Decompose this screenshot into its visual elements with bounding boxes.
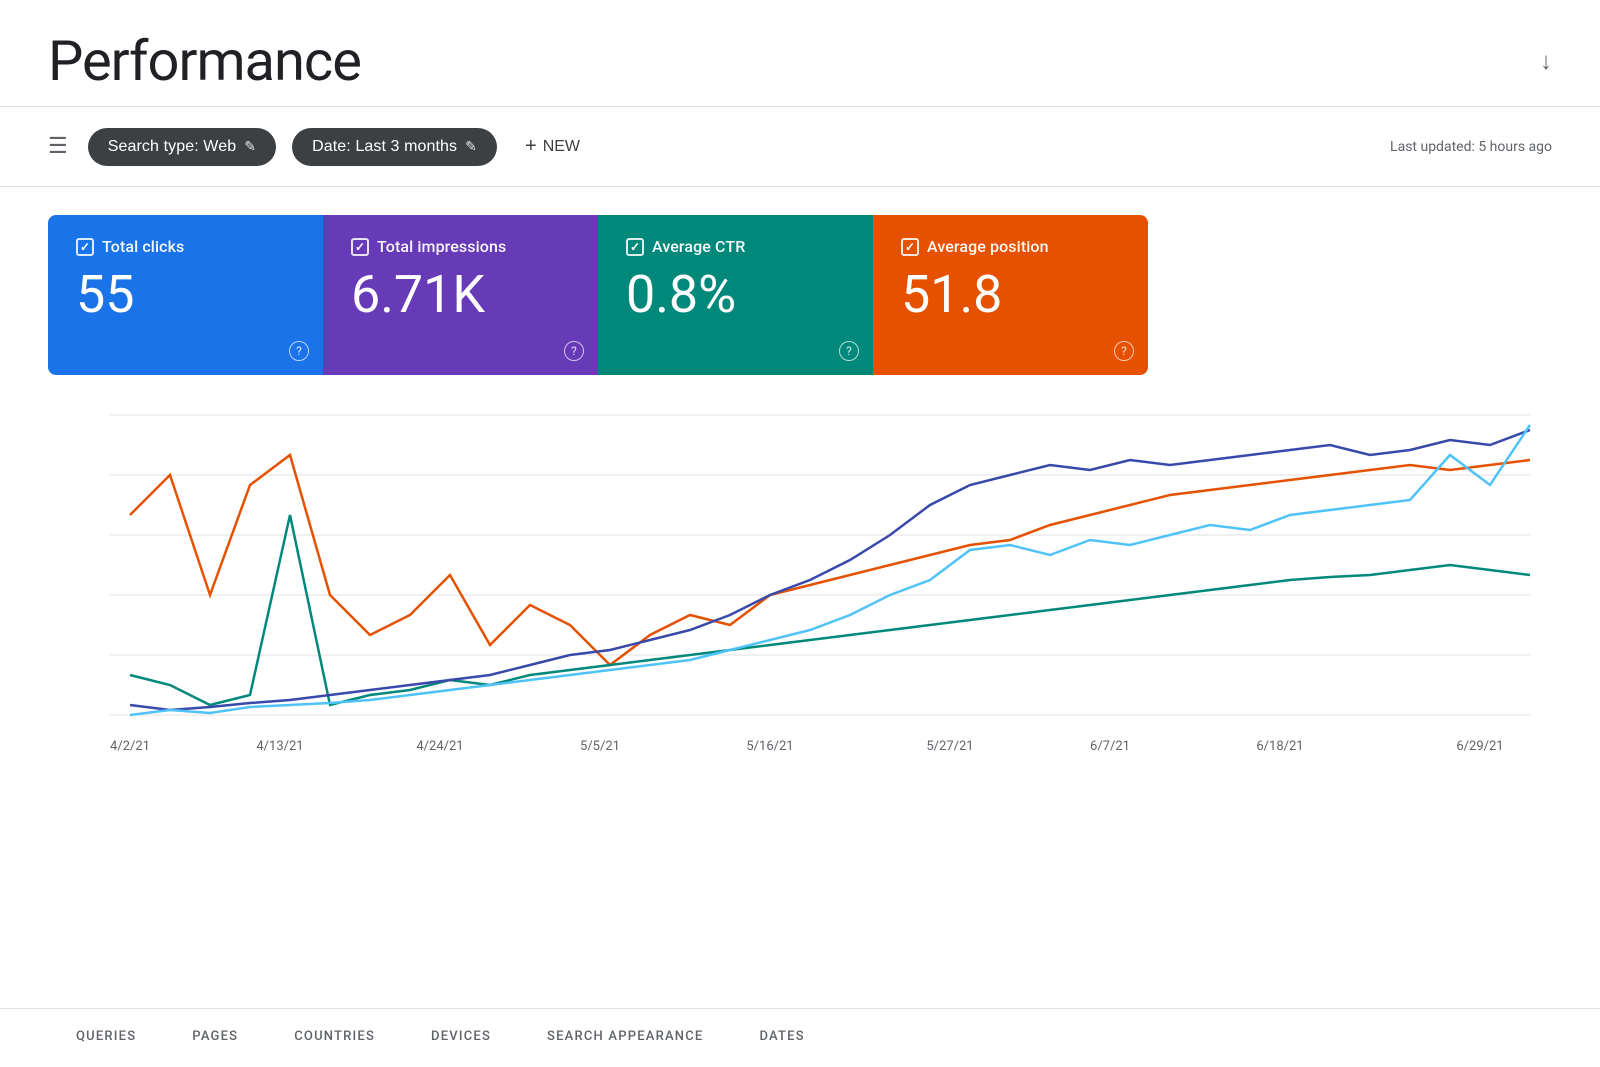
search-type-label: Search type: Web [108, 138, 236, 156]
metric-label-clicks: Total clicks [102, 237, 184, 256]
metric-label-impressions: Total impressions [377, 237, 506, 256]
edit-icon: ✎ [244, 138, 256, 155]
svg-text:5/16/21: 5/16/21 [746, 739, 793, 754]
page-wrapper: Performance ↓ ☰ Search type: Web ✎ Date:… [0, 0, 1600, 1067]
metric-checkbox-clicks[interactable] [76, 238, 94, 256]
metric-card-position: Average position 51.8 ? [873, 215, 1148, 375]
svg-text:4/2/21: 4/2/21 [110, 739, 150, 754]
search-type-button[interactable]: Search type: Web ✎ [88, 128, 276, 166]
metric-label-row-ctr: Average CTR [626, 237, 845, 256]
metric-help-impressions[interactable]: ? [564, 341, 584, 361]
svg-text:6/18/21: 6/18/21 [1256, 739, 1303, 754]
new-button[interactable]: + NEW [513, 125, 592, 168]
bottom-tabs: QUERIES PAGES COUNTRIES DEVICES SEARCH A… [0, 1008, 1600, 1067]
metric-card-ctr: Average CTR 0.8% ? [598, 215, 873, 375]
date-label: Date: Last 3 months [312, 138, 457, 156]
chart-svg-container: 4/2/21 4/13/21 4/24/21 5/5/21 5/16/21 5/… [48, 395, 1552, 779]
metric-card-impressions: Total impressions 6.71K ? [323, 215, 598, 375]
plus-icon: + [525, 135, 537, 158]
download-icon[interactable]: ↓ [1540, 47, 1552, 76]
metric-value-impressions: 6.71K [351, 266, 570, 323]
metric-label-row-position: Average position [901, 237, 1120, 256]
main-content: Total clicks 55 ? Total impressions 6.71… [0, 187, 1600, 837]
date-button[interactable]: Date: Last 3 months ✎ [292, 128, 497, 166]
metric-checkbox-ctr[interactable] [626, 238, 644, 256]
metric-value-position: 51.8 [901, 266, 1120, 323]
date-edit-icon: ✎ [465, 138, 477, 155]
tab-dates[interactable]: DATES [731, 1009, 832, 1067]
svg-text:4/13/21: 4/13/21 [256, 739, 303, 754]
metric-cards: Total clicks 55 ? Total impressions 6.71… [48, 215, 1148, 375]
toolbar: ☰ Search type: Web ✎ Date: Last 3 months… [0, 107, 1600, 187]
tab-countries[interactable]: COUNTRIES [266, 1009, 403, 1067]
metric-label-position: Average position [927, 237, 1049, 256]
metric-value-ctr: 0.8% [626, 266, 845, 323]
metric-help-position[interactable]: ? [1114, 341, 1134, 361]
tab-devices[interactable]: DEVICES [403, 1009, 519, 1067]
metric-card-clicks: Total clicks 55 ? [48, 215, 323, 375]
page-header: Performance ↓ [0, 0, 1600, 107]
metric-label-row-clicks: Total clicks [76, 237, 295, 256]
new-label: NEW [543, 138, 580, 156]
performance-chart: 4/2/21 4/13/21 4/24/21 5/5/21 5/16/21 5/… [48, 395, 1552, 775]
svg-text:4/24/21: 4/24/21 [416, 739, 463, 754]
metric-help-ctr[interactable]: ? [839, 341, 859, 361]
filter-icon[interactable]: ☰ [48, 134, 68, 159]
metric-label-row-impressions: Total impressions [351, 237, 570, 256]
svg-text:5/27/21: 5/27/21 [926, 739, 973, 754]
metric-checkbox-position[interactable] [901, 238, 919, 256]
metric-value-clicks: 55 [76, 266, 295, 323]
svg-text:5/5/21: 5/5/21 [580, 739, 620, 754]
tab-queries[interactable]: QUERIES [48, 1009, 164, 1067]
svg-text:6/7/21: 6/7/21 [1090, 739, 1130, 754]
tab-search-appearance[interactable]: SEARCH APPEARANCE [519, 1009, 731, 1067]
page-title: Performance [48, 28, 361, 94]
last-updated: Last updated: 5 hours ago [1390, 139, 1552, 155]
tab-pages[interactable]: PAGES [164, 1009, 266, 1067]
chart-area: 4/2/21 4/13/21 4/24/21 5/5/21 5/16/21 5/… [48, 375, 1552, 809]
metric-label-ctr: Average CTR [652, 237, 745, 256]
metric-help-clicks[interactable]: ? [289, 341, 309, 361]
metric-checkbox-impressions[interactable] [351, 238, 369, 256]
svg-text:6/29/21: 6/29/21 [1456, 739, 1503, 754]
